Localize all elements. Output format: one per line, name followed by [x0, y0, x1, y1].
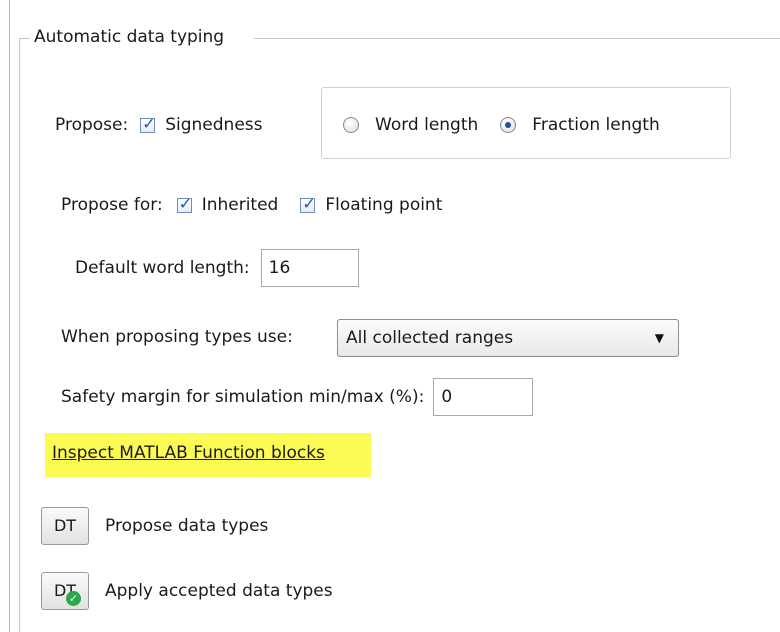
- word-length-radio[interactable]: [343, 117, 359, 133]
- default-word-length-label: Default word length:: [75, 258, 250, 278]
- propose-for-row: Propose for: ✓ Inherited ✓ Floating poin…: [61, 193, 442, 215]
- checkmark-badge-icon: ✓: [66, 591, 81, 606]
- group-border: [19, 38, 20, 632]
- word-length-label[interactable]: Word length: [375, 115, 478, 135]
- default-word-length-input[interactable]: 16: [260, 249, 359, 287]
- radio-selected-dot: [505, 122, 512, 128]
- propose-data-types-row: DT Propose data types: [41, 507, 268, 545]
- safety-margin-row: Safety margin for simulation min/max (%)…: [61, 378, 534, 416]
- propose-data-types-button[interactable]: DT: [41, 507, 89, 545]
- propose-row: Propose: ✓ Signedness: [55, 113, 263, 135]
- safety-margin-label: Safety margin for simulation min/max (%)…: [61, 387, 425, 407]
- fraction-length-label[interactable]: Fraction length: [532, 115, 659, 135]
- check-icon: ✓: [302, 193, 316, 213]
- check-icon: ✓: [178, 193, 193, 213]
- when-proposing-label: When proposing types use:: [61, 327, 293, 347]
- propose-label: Propose:: [55, 115, 129, 135]
- dropdown-arrow-icon: ▼: [654, 331, 664, 345]
- default-word-length-row: Default word length: 16: [75, 249, 359, 287]
- length-radio-row: Word length Fraction length: [343, 115, 660, 135]
- signedness-label[interactable]: Signedness: [165, 115, 262, 135]
- fixed-point-tool-pane: Automatic data typing Propose: ✓ Signedn…: [0, 0, 780, 632]
- group-border: [254, 38, 780, 39]
- fraction-length-radio[interactable]: [500, 117, 517, 133]
- propose-data-types-label: Propose data types: [105, 516, 269, 536]
- inspect-matlab-function-blocks-link[interactable]: Inspect MATLAB Function blocks: [45, 433, 371, 477]
- range-source-dropdown[interactable]: All collected ranges ▼: [337, 319, 679, 357]
- range-source-value: All collected ranges: [346, 328, 514, 348]
- group-title: Automatic data typing: [34, 27, 225, 47]
- group-border: [19, 38, 30, 39]
- inherited-checkbox[interactable]: ✓: [176, 193, 193, 213]
- apply-accepted-data-types-label: Apply accepted data types: [105, 581, 333, 601]
- check-icon: ✓: [142, 113, 156, 133]
- pane-border: [9, 0, 10, 632]
- floating-point-checkbox[interactable]: ✓: [300, 193, 316, 213]
- signedness-checkbox[interactable]: ✓: [140, 113, 156, 133]
- floating-point-label[interactable]: Floating point: [325, 195, 442, 215]
- safety-margin-input[interactable]: 0: [433, 378, 534, 416]
- inherited-label[interactable]: Inherited: [202, 195, 279, 215]
- propose-for-label: Propose for:: [61, 195, 163, 215]
- apply-accepted-data-types-button[interactable]: DT ✓: [41, 572, 89, 610]
- when-proposing-row: When proposing types use:: [61, 327, 293, 347]
- apply-data-types-row: DT ✓ Apply accepted data types: [41, 572, 333, 610]
- dt-icon: DT: [53, 516, 77, 535]
